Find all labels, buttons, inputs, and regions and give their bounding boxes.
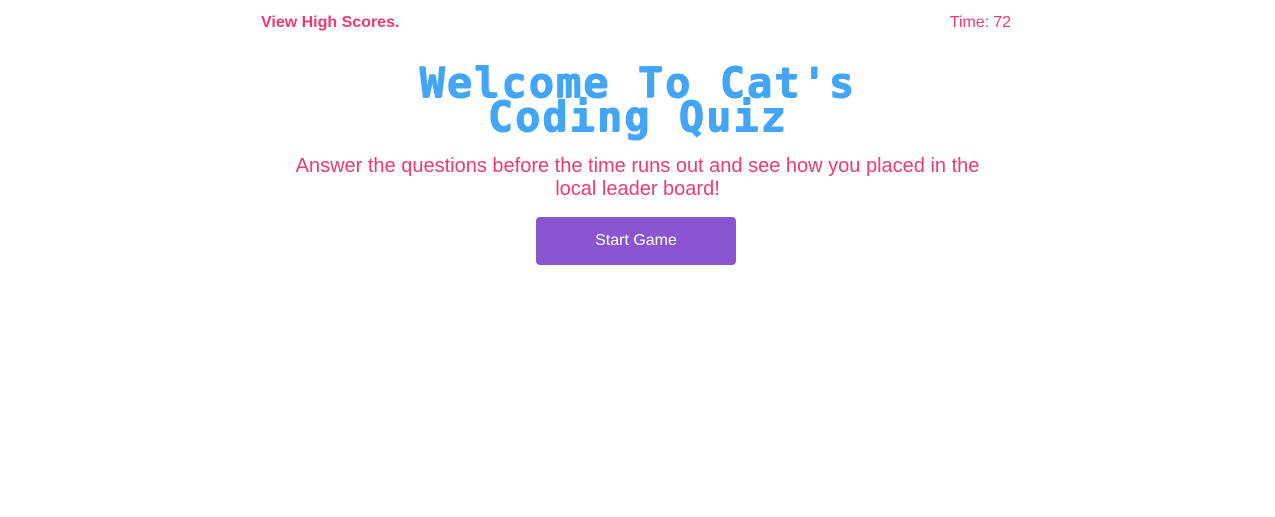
quiz-page: View High Scores. Time: 72 Welcome To Cat… (0, 0, 1275, 517)
page-title: Welcome To Cat's Coding Quiz (300, 62, 975, 141)
title-line-2: Coding Quiz (487, 92, 788, 141)
timer: Time: 72 (880, 13, 1011, 33)
intro-text: Answer the questions before the time run… (295, 155, 980, 200)
timer-value: 72 (993, 14, 1011, 31)
view-high-scores-link[interactable]: View High Scores. (261, 13, 399, 33)
start-game-button[interactable]: Start Game (536, 217, 736, 265)
timer-label: Time: (949, 14, 990, 31)
